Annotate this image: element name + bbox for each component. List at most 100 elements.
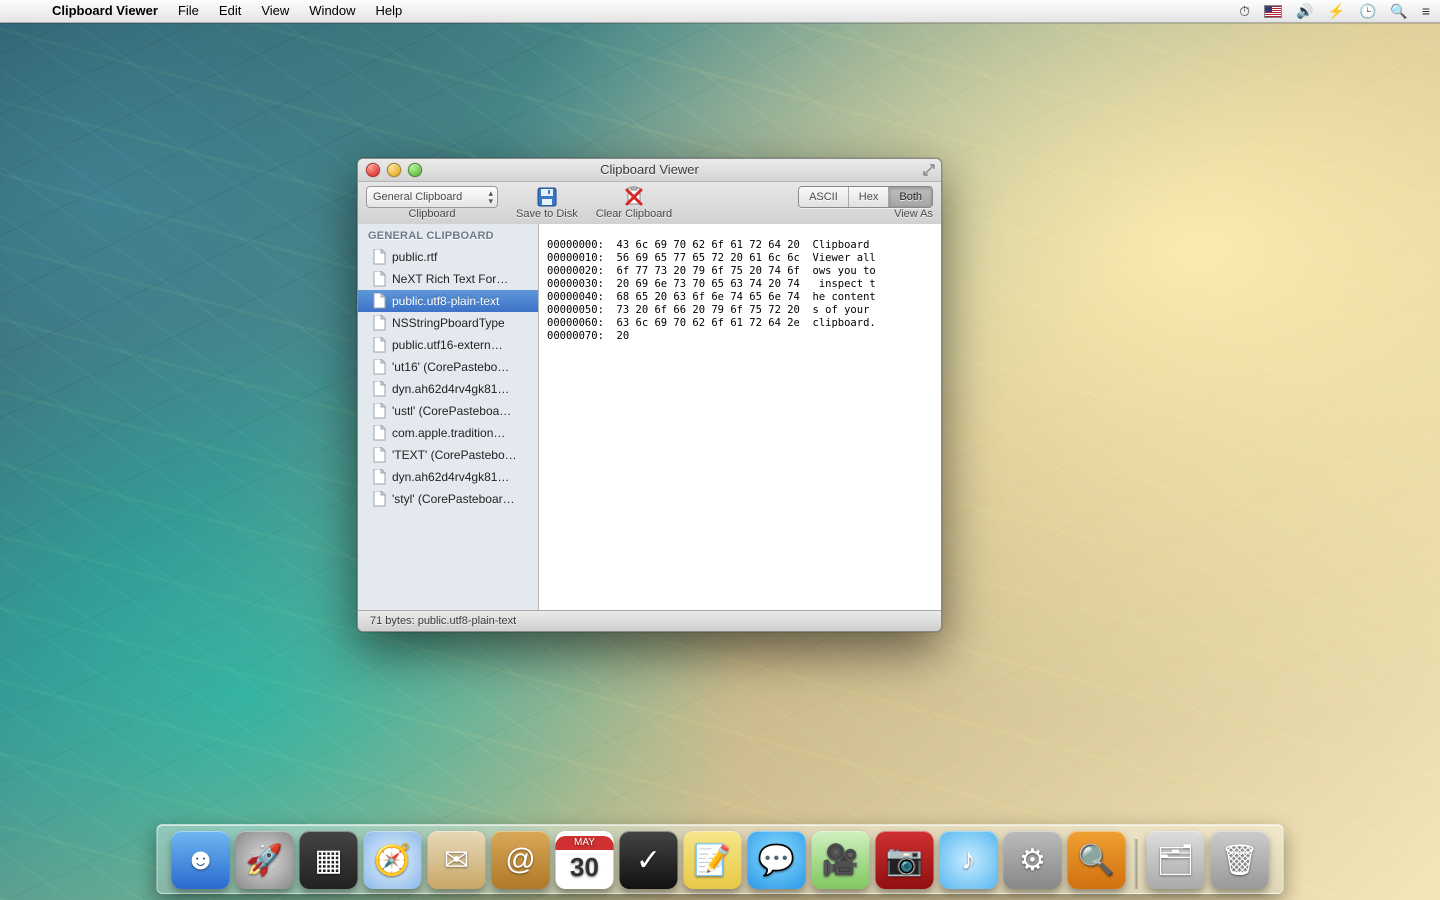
- sidebar-item-label: dyn.ah62d4rv4gk81…: [392, 470, 509, 484]
- document-icon: [372, 491, 386, 507]
- view-as-label: View As: [894, 208, 933, 220]
- input-source-flag[interactable]: [1264, 5, 1282, 18]
- dock-launchpad[interactable]: 🚀: [236, 831, 294, 889]
- desktop: Clipboard Viewer File Edit View Window H…: [0, 0, 1440, 900]
- document-icon: [372, 249, 386, 265]
- sidebar-item[interactable]: dyn.ah62d4rv4gk81…: [358, 378, 538, 400]
- clipboard-select-popup[interactable]: General Clipboard ▴▾: [366, 186, 498, 208]
- sidebar-item-label: NeXT Rich Text For…: [392, 272, 508, 286]
- document-icon: [372, 403, 386, 419]
- document-icon: [372, 359, 386, 375]
- dock-mission-control[interactable]: ▦: [300, 831, 358, 889]
- dock-safari[interactable]: 🧭: [364, 831, 422, 889]
- sidebar-item[interactable]: public.utf8-plain-text: [358, 290, 538, 312]
- dock-notes[interactable]: 📝: [684, 831, 742, 889]
- clipboard-viewer-window: Clipboard Viewer General Clipboard ▴▾ Cl…: [357, 158, 942, 632]
- dock-trash[interactable]: 🗑: [1211, 831, 1269, 889]
- sidebar: GENERAL CLIPBOARD public.rtf NeXT Rich Te…: [358, 224, 539, 611]
- fullscreen-button[interactable]: [922, 162, 936, 176]
- document-icon: [372, 381, 386, 397]
- sidebar-item[interactable]: com.apple.tradition…: [358, 422, 538, 444]
- clock-icon[interactable]: 🕒: [1359, 3, 1376, 20]
- dock-documents-stack[interactable]: 🗂: [1147, 831, 1205, 889]
- sidebar-item-label: NSStringPboardType: [392, 316, 505, 330]
- sidebar-item[interactable]: NeXT Rich Text For…: [358, 268, 538, 290]
- document-icon: [372, 315, 386, 331]
- dock-preview[interactable]: 🔍: [1068, 831, 1126, 889]
- dock-photobooth[interactable]: 📷: [876, 831, 934, 889]
- dock-facetime[interactable]: 🎥: [812, 831, 870, 889]
- document-icon: [372, 337, 386, 353]
- sidebar-item-label: public.rtf: [392, 250, 437, 264]
- sidebar-item-label: 'ut16' (CorePastebo…: [392, 360, 509, 374]
- document-icon: [372, 271, 386, 287]
- sidebar-item[interactable]: dyn.ah62d4rv4gk81…: [358, 466, 538, 488]
- hex-view[interactable]: 00000000: 43 6c 69 70 62 6f 61 72 64 20 …: [539, 224, 941, 611]
- hex-content: 00000000: 43 6c 69 70 62 6f 61 72 64 20 …: [539, 235, 941, 347]
- document-icon: [372, 469, 386, 485]
- document-icon: [372, 293, 386, 309]
- dock-messages[interactable]: 💬: [748, 831, 806, 889]
- menu-help[interactable]: Help: [366, 0, 413, 22]
- dock-separator: [1135, 839, 1138, 889]
- battery-icon[interactable]: ⚡: [1328, 3, 1345, 20]
- save-to-disk-label: Save to Disk: [516, 208, 578, 220]
- sidebar-item-label: public.utf8-plain-text: [392, 294, 499, 308]
- segment-hex[interactable]: Hex: [849, 187, 890, 207]
- segment-ascii[interactable]: ASCII: [799, 187, 849, 207]
- sidebar-item-label: dyn.ah62d4rv4gk81…: [392, 382, 509, 396]
- dock-cal-day: 30: [570, 850, 599, 884]
- minimize-button[interactable]: [387, 163, 401, 177]
- dock: ☻ 🚀 ▦ 🧭 ✉ @ MAY 30 ✓ 📝 💬 🎥 📷 ♪ ⚙ 🔍 🗂 🗑: [157, 824, 1284, 894]
- document-icon: [372, 447, 386, 463]
- sidebar-item[interactable]: public.rtf: [358, 246, 538, 268]
- sidebar-item[interactable]: 'TEXT' (CorePastebo…: [358, 444, 538, 466]
- timer-icon[interactable]: ⏱: [1239, 3, 1250, 20]
- sidebar-header: GENERAL CLIPBOARD: [358, 224, 538, 246]
- status-text: 71 bytes: public.utf8-plain-text: [370, 615, 516, 627]
- statusbar: 71 bytes: public.utf8-plain-text: [358, 610, 941, 631]
- sidebar-item[interactable]: public.utf16-extern…: [358, 334, 538, 356]
- dock-itunes[interactable]: ♪: [940, 831, 998, 889]
- app-menu[interactable]: Clipboard Viewer: [42, 0, 168, 22]
- dock-system-prefs[interactable]: ⚙: [1004, 831, 1062, 889]
- document-icon: [372, 425, 386, 441]
- clipboard-select-label: Clipboard: [408, 208, 455, 220]
- close-button[interactable]: [366, 163, 380, 177]
- sidebar-item-label: 'ustl' (CorePasteboa…: [392, 404, 511, 418]
- menu-file[interactable]: File: [168, 0, 209, 22]
- apple-menu[interactable]: [0, 0, 42, 22]
- dock-contacts[interactable]: @: [492, 831, 550, 889]
- zoom-button[interactable]: [408, 163, 422, 177]
- menu-window[interactable]: Window: [299, 0, 365, 22]
- dock-cal-month: MAY: [556, 836, 614, 850]
- view-as-segmented: ASCII Hex Both: [798, 186, 933, 208]
- sidebar-item-label: 'styl' (CorePasteboar…: [392, 492, 515, 506]
- window-titlebar[interactable]: Clipboard Viewer: [358, 159, 941, 182]
- sidebar-item[interactable]: 'ustl' (CorePasteboa…: [358, 400, 538, 422]
- spotlight-icon[interactable]: 🔍: [1390, 3, 1407, 20]
- sidebar-item-label: com.apple.tradition…: [392, 426, 505, 440]
- clear-clipboard-label: Clear Clipboard: [596, 208, 672, 220]
- window-title: Clipboard Viewer: [600, 162, 699, 177]
- dock-calendar[interactable]: MAY 30: [556, 831, 614, 889]
- popup-arrows-icon: ▴▾: [488, 189, 493, 205]
- sidebar-item[interactable]: NSStringPboardType: [358, 312, 538, 334]
- sidebar-item[interactable]: 'styl' (CorePasteboar…: [358, 488, 538, 510]
- volume-icon[interactable]: 🔊: [1296, 3, 1313, 20]
- sidebar-item[interactable]: 'ut16' (CorePastebo…: [358, 356, 538, 378]
- menubar: Clipboard Viewer File Edit View Window H…: [0, 0, 1440, 23]
- sidebar-item-label: 'TEXT' (CorePastebo…: [392, 448, 517, 462]
- segment-both[interactable]: Both: [889, 187, 932, 207]
- toolbar: General Clipboard ▴▾ Clipboard Save to D…: [358, 182, 941, 229]
- notifications-icon[interactable]: ≡: [1422, 3, 1430, 19]
- clear-clipboard-button[interactable]: [623, 186, 645, 208]
- sidebar-item-label: public.utf16-extern…: [392, 338, 503, 352]
- clipboard-select-value: General Clipboard: [373, 191, 462, 203]
- dock-mail[interactable]: ✉: [428, 831, 486, 889]
- dock-finder[interactable]: ☻: [172, 831, 230, 889]
- dock-reminders[interactable]: ✓: [620, 831, 678, 889]
- save-to-disk-button[interactable]: [536, 186, 558, 208]
- menu-edit[interactable]: Edit: [209, 0, 251, 22]
- menu-view[interactable]: View: [251, 0, 299, 22]
